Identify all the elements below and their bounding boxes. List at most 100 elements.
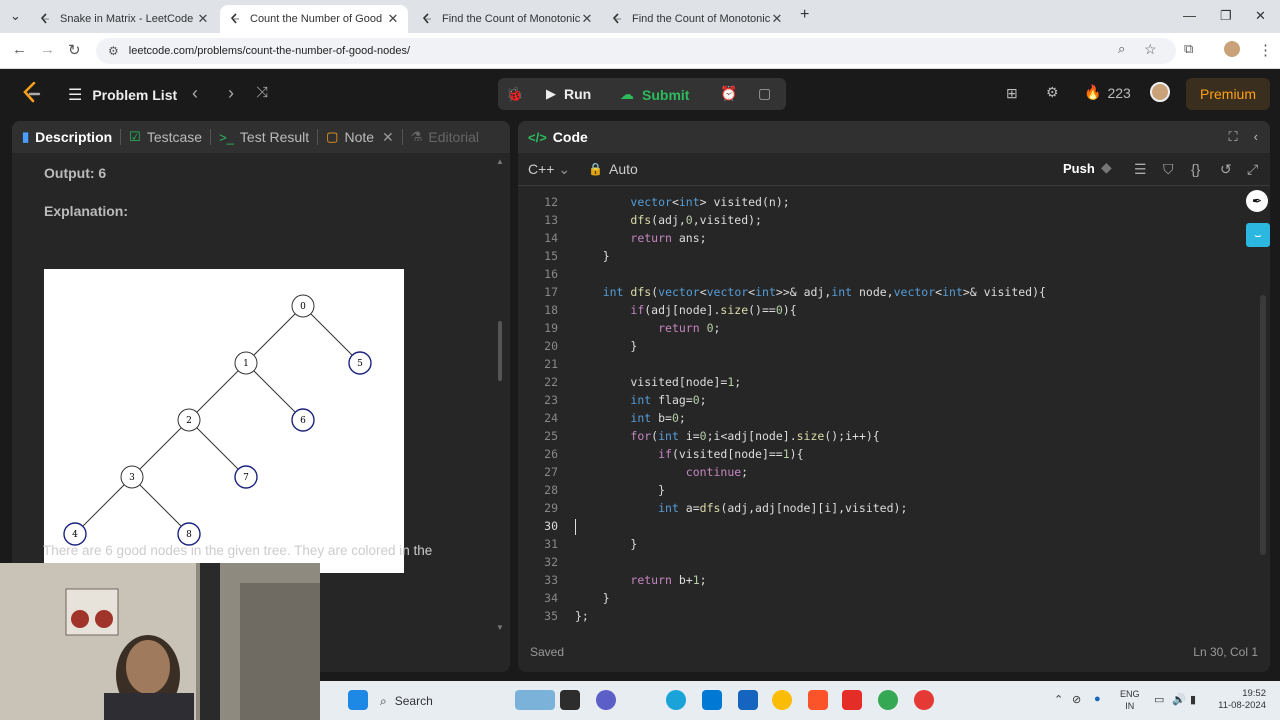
code-line[interactable]: continue; [575, 465, 748, 479]
url-field[interactable]: ⚙ leetcode.com/problems/count-the-number… [96, 38, 1176, 64]
tab-test-result[interactable]: >_ Test Result [219, 129, 309, 145]
format-icon[interactable]: ☰ [1134, 161, 1147, 178]
extensions-icon[interactable]: ⧉ [1184, 41, 1193, 57]
browser-tab-2[interactable]: Count the Number of Good No ✕ [220, 5, 408, 33]
chrome-active-icon[interactable] [878, 690, 898, 710]
close-note-icon[interactable]: ✕ [382, 129, 394, 146]
code-line[interactable]: if(adj[node].size()==0){ [575, 303, 796, 317]
tab-note[interactable]: ▢ Note ✕ [326, 129, 394, 146]
description-scrollbar[interactable]: ▲ ▼ [496, 157, 504, 632]
streak-counter[interactable]: 🔥 223 [1084, 84, 1131, 101]
tab-description[interactable]: ▮ Description [22, 129, 112, 145]
maximize-icon[interactable]: ❐ [1220, 8, 1232, 24]
start-icon[interactable] [348, 690, 368, 710]
notes-icon[interactable]: ▢ [758, 85, 771, 102]
autosave-mode[interactable]: Auto [609, 161, 638, 177]
bookmark-star-icon[interactable]: ☆ [1144, 41, 1157, 58]
code-line[interactable]: int flag=0; [575, 393, 706, 407]
reset-icon[interactable]: ↺ [1220, 161, 1232, 178]
push-button[interactable]: Push [1063, 161, 1095, 176]
code-line[interactable]: return 0; [575, 321, 720, 335]
code-line[interactable]: } [575, 591, 610, 605]
taskbar-search[interactable]: ⌕ Search [380, 690, 500, 712]
premium-button[interactable]: Premium [1186, 78, 1271, 110]
code-line[interactable]: visited[node]=1; [575, 375, 741, 389]
close-window-icon[interactable]: ✕ [1255, 8, 1266, 24]
back-icon[interactable]: ← [12, 41, 27, 58]
chrome-icon[interactable] [772, 690, 792, 710]
site-info-icon[interactable]: ⚙ [108, 44, 119, 58]
code-line[interactable]: dfs(adj,0,visited); [575, 213, 762, 227]
network-off-icon[interactable]: ⊘ [1072, 693, 1081, 706]
user-avatar[interactable] [1150, 82, 1170, 102]
youtube-icon[interactable] [842, 690, 862, 710]
problem-list-button[interactable]: ☰ Problem List [68, 85, 177, 105]
chat-icon[interactable] [596, 690, 616, 710]
fullscreen-icon[interactable]: ⤢ [1247, 161, 1258, 178]
shuffle-icon[interactable]: ⤨ [256, 84, 268, 101]
bookmark-icon[interactable]: ⛉ [1163, 161, 1174, 178]
code-line[interactable]: for(int i=0;i<adj[node].size();i++){ [575, 429, 879, 443]
tab-code[interactable]: </> Code [528, 129, 588, 145]
browser-tab-4[interactable]: Find the Count of Monotonic P ✕ [602, 5, 792, 33]
code-editor[interactable]: 12 vector<int> visited(n); 13 dfs(adj,0,v… [518, 185, 1270, 635]
scroll-up-icon[interactable]: ▲ [496, 157, 504, 166]
submit-button[interactable]: ☁ Submit [620, 86, 689, 103]
new-tab-icon[interactable]: + [800, 6, 809, 24]
code-line[interactable]: } [575, 537, 637, 551]
clock[interactable]: 19:52 11-08-2024 [1210, 688, 1266, 712]
maximize-panel-icon[interactable]: ⛶ [1229, 129, 1238, 145]
volume-icon[interactable]: 🔊 [1172, 693, 1186, 706]
layout-icon[interactable]: ⊞ [1006, 85, 1018, 102]
screen-tool-icon[interactable]: ⌣ [1246, 223, 1270, 247]
battery-icon[interactable]: ▮ [1190, 693, 1196, 706]
scroll-down-icon[interactable]: ▼ [496, 623, 504, 632]
forward-icon[interactable]: → [40, 41, 55, 58]
braces-icon[interactable]: {} [1191, 161, 1200, 177]
next-problem-icon[interactable]: › [228, 83, 234, 104]
language-indicator[interactable]: ENG IN [1120, 688, 1140, 712]
recorder-icon[interactable] [914, 690, 934, 710]
brave-icon[interactable] [808, 690, 828, 710]
reload-icon[interactable]: ↻ [68, 41, 81, 59]
show-hidden-icons[interactable]: ⌃ [1054, 693, 1063, 706]
language-select[interactable]: C++ ⌄ [528, 161, 570, 178]
prev-problem-icon[interactable]: ‹ [192, 83, 198, 104]
code-line[interactable]: return ans; [575, 231, 706, 245]
code-line[interactable]: } [575, 483, 665, 497]
code-line[interactable]: if(visited[node]==1){ [575, 447, 803, 461]
zoom-icon[interactable]: ⌕ [1118, 41, 1125, 57]
code-line[interactable]: int dfs(vector<vector<int>>& adj,int nod… [575, 285, 1046, 299]
widgets-icon[interactable] [515, 690, 555, 710]
settings-gear-icon[interactable]: ⚙ [1046, 84, 1059, 101]
edge-icon[interactable] [666, 690, 686, 710]
code-line[interactable]: vector<int> visited(n); [575, 195, 789, 209]
monitor-icon[interactable]: ▭ [1154, 693, 1164, 706]
tab-search-icon[interactable]: ⌄ [10, 8, 21, 24]
close-tab-icon[interactable]: ✕ [580, 11, 594, 27]
collapse-panel-icon[interactable]: ‹ [1254, 129, 1258, 145]
close-tab-icon[interactable]: ✕ [770, 11, 784, 27]
git-icon[interactable]: ◆ [1101, 159, 1112, 176]
code-line[interactable]: return b+1; [575, 573, 706, 587]
code-line[interactable]: int a=dfs(adj,adj[node][i],visited); [575, 501, 907, 515]
mail-icon[interactable] [738, 690, 758, 710]
code-line[interactable]: } [575, 249, 610, 263]
code-line[interactable]: int b=0; [575, 411, 685, 425]
close-tab-icon[interactable]: ✕ [386, 11, 400, 27]
code-line[interactable]: }; [575, 609, 589, 623]
chrome-menu-icon[interactable]: ⋮ [1258, 41, 1273, 59]
scrollbar-thumb[interactable] [498, 321, 502, 381]
code-line[interactable]: } [575, 339, 637, 353]
code-scrollbar[interactable] [1260, 295, 1266, 555]
browser-tab-3[interactable]: Find the Count of Monotonic P ✕ [412, 5, 602, 33]
timer-icon[interactable]: ⏰ [720, 85, 737, 102]
leetcode-logo-icon[interactable] [22, 82, 42, 104]
pen-tool-icon[interactable]: ✒ [1246, 190, 1268, 212]
close-tab-icon[interactable]: ✕ [196, 11, 210, 27]
debug-icon[interactable]: 🐞 [506, 86, 523, 103]
browser-tab-1[interactable]: Snake in Matrix - LeetCode ✕ [30, 5, 218, 33]
security-icon[interactable]: ● [1094, 693, 1101, 705]
tab-editorial[interactable]: ⚗ Editorial [411, 129, 479, 145]
tab-testcase[interactable]: ☑ Testcase [129, 129, 202, 145]
